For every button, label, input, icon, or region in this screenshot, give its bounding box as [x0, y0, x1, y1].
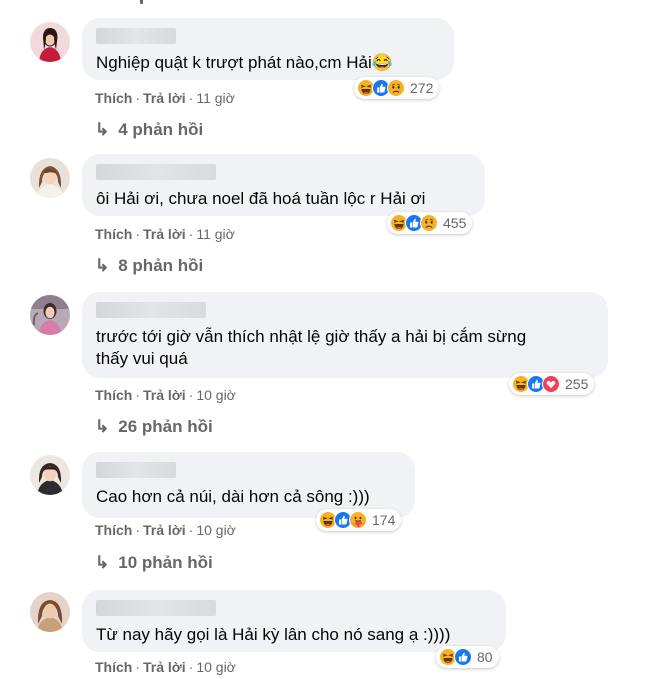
reaction-count: 174 — [372, 512, 396, 528]
like-link[interactable]: Thích — [95, 521, 132, 539]
separator-dot: · — [188, 659, 194, 675]
reaction-summary[interactable]: 255 — [509, 373, 595, 395]
comment-actions: Thích · Trả lời · 10 giờ — [95, 658, 236, 676]
comment-text: Nghiệp quật k trượt phát nào,cm Hải😂 — [96, 53, 393, 72]
sad-icon — [420, 214, 438, 232]
comment-bubble: ôi Hải ơi, chưa noel đã hoá tuần lộc r H… — [82, 154, 485, 216]
comment-actions: Thích · Trả lời · 10 giờ — [95, 521, 236, 539]
comment-text: ôi Hải ơi, chưa noel đã hoá tuần lộc r H… — [96, 189, 426, 208]
like-link[interactable]: Thích — [95, 658, 132, 676]
reply-link[interactable]: Trả lời — [143, 386, 186, 404]
like-icon — [454, 648, 472, 666]
care-icon — [349, 511, 367, 529]
separator-dot: · — [135, 90, 141, 106]
cropped-top-edge — [0, 0, 660, 10]
view-replies-link[interactable]: ↳ 8 phản hồi — [95, 256, 203, 276]
sad-icon — [387, 79, 405, 97]
comment-timestamp[interactable]: 10 giờ — [196, 521, 236, 539]
reaction-count: 80 — [477, 649, 493, 665]
comment-timestamp[interactable]: 10 giờ — [196, 658, 236, 676]
separator-dot: · — [188, 90, 194, 106]
comment-bubble: Nghiệp quật k trượt phát nào,cm Hải😂 — [82, 18, 454, 80]
reaction-summary[interactable]: 80 — [436, 646, 499, 668]
avatar[interactable] — [30, 158, 70, 198]
comment-timestamp[interactable]: 10 giờ — [196, 386, 236, 404]
avatar[interactable] — [30, 22, 70, 62]
replies-count-label: 10 phản hồi — [118, 553, 213, 572]
reply-arrow-icon: ↳ — [95, 256, 110, 275]
avatar[interactable] — [30, 592, 70, 632]
blurred-author-name — [96, 28, 176, 44]
blurred-author-name — [96, 164, 216, 180]
comment-timestamp[interactable]: 11 giờ — [196, 89, 235, 107]
comment-bubble: trước tới giờ vẫn thích nhật lệ giờ thấy… — [82, 292, 608, 378]
blurred-author-name — [96, 462, 176, 478]
blurred-author-name — [96, 302, 206, 318]
separator-dot: · — [135, 522, 141, 538]
comment-text: Từ nay hãy gọi là Hải kỳ lân cho nó sang… — [96, 625, 451, 644]
reply-link[interactable]: Trả lời — [143, 658, 186, 676]
comment-text: trước tới giờ vẫn thích nhật lệ giờ thấy… — [96, 327, 527, 368]
blurred-author-name — [96, 600, 216, 616]
comment-text: Cao hơn cả núi, dài hơn cả sông :))) — [96, 487, 370, 506]
reaction-summary[interactable]: 272 — [354, 77, 440, 99]
reaction-summary[interactable]: 455 — [387, 212, 473, 234]
reaction-count: 255 — [565, 376, 589, 392]
reply-arrow-icon: ↳ — [95, 417, 110, 436]
comment-actions: Thích · Trả lời · 11 giờ — [95, 225, 235, 243]
view-replies-link[interactable]: ↳ 26 phản hồi — [95, 417, 213, 437]
avatar[interactable] — [30, 295, 70, 335]
reply-arrow-icon: ↳ — [95, 553, 110, 572]
separator-dot: · — [135, 387, 141, 403]
separator-dot: · — [135, 226, 141, 242]
replies-count-label: 8 phản hồi — [118, 256, 204, 275]
like-link[interactable]: Thích — [95, 386, 132, 404]
comment-actions: Thích · Trả lời · 11 giờ — [95, 89, 235, 107]
reply-link[interactable]: Trả lời — [143, 225, 186, 243]
comment-timestamp[interactable]: 11 giờ — [196, 225, 235, 243]
reply-arrow-icon: ↳ — [95, 120, 110, 139]
avatar[interactable] — [30, 455, 70, 495]
separator-dot: · — [188, 522, 194, 538]
replies-count-label: 4 phản hồi — [118, 120, 204, 139]
reaction-count: 455 — [443, 215, 467, 231]
like-link[interactable]: Thích — [95, 225, 132, 243]
reply-link[interactable]: Trả lời — [143, 89, 186, 107]
reaction-count: 272 — [410, 80, 434, 96]
like-link[interactable]: Thích — [95, 89, 132, 107]
replies-count-label: 26 phản hồi — [118, 417, 213, 436]
reaction-summary[interactable]: 174 — [316, 509, 402, 531]
separator-dot: · — [188, 387, 194, 403]
love-icon — [542, 375, 560, 393]
cropped-text-fragment — [140, 0, 143, 4]
reply-link[interactable]: Trả lời — [143, 521, 186, 539]
view-replies-link[interactable]: ↳ 4 phản hồi — [95, 120, 203, 140]
separator-dot: · — [135, 659, 141, 675]
comment-actions: Thích · Trả lời · 10 giờ — [95, 386, 236, 404]
view-replies-link[interactable]: ↳ 10 phản hồi — [95, 553, 213, 573]
comment-bubble: Từ nay hãy gọi là Hải kỳ lân cho nó sang… — [82, 590, 506, 652]
separator-dot: · — [188, 226, 194, 242]
